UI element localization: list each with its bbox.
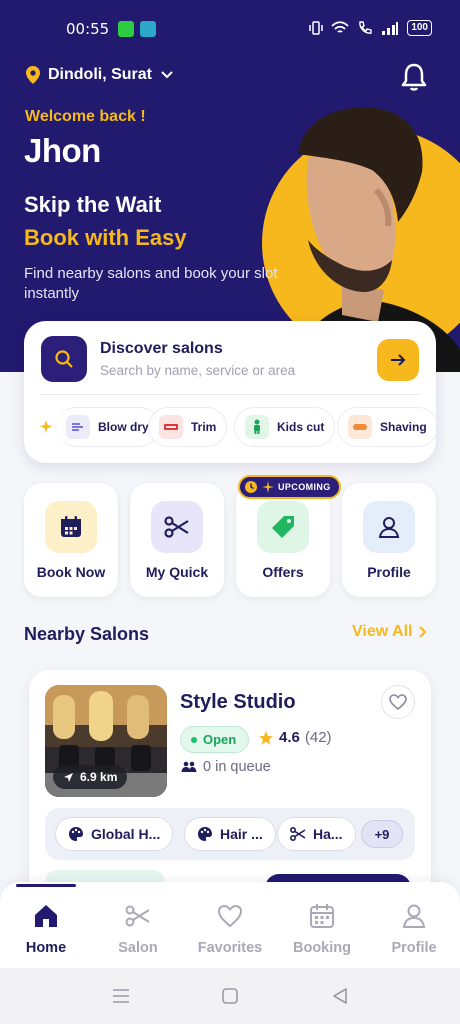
recent-apps-icon[interactable] bbox=[112, 988, 130, 1004]
signal-icon bbox=[382, 22, 399, 35]
user-name: Jhon bbox=[24, 132, 101, 169]
hero-headline-accent: Book with Easy bbox=[24, 225, 187, 250]
quick-action-my-quick[interactable]: My Quick bbox=[130, 483, 224, 597]
system-navigation-bar bbox=[0, 968, 460, 1024]
search-input[interactable]: Search by name, service or area bbox=[100, 363, 295, 378]
clock-icon bbox=[245, 481, 257, 493]
tag-icon bbox=[257, 501, 309, 553]
chip-trim[interactable]: Trim bbox=[148, 407, 228, 447]
wind-icon bbox=[66, 415, 90, 439]
battery-indicator: 100 bbox=[407, 20, 432, 36]
search-card: Discover salons Search by name, service … bbox=[24, 321, 436, 463]
call-icon bbox=[359, 21, 373, 34]
salon-name: Style Studio bbox=[180, 691, 296, 713]
star-icon bbox=[259, 730, 273, 745]
status-indicators: 100 bbox=[309, 20, 432, 36]
navigation-arrow-icon bbox=[64, 772, 73, 782]
hero-description: Find nearby salons and book your slot in… bbox=[24, 265, 278, 302]
arrow-right-icon bbox=[391, 354, 406, 366]
quick-action-book-now[interactable]: Book Now bbox=[24, 483, 118, 597]
vibrate-icon bbox=[309, 21, 324, 35]
nav-booking[interactable]: Booking bbox=[276, 900, 368, 956]
scissors-icon bbox=[290, 827, 306, 841]
nearby-salons-title: Nearby Salons bbox=[24, 624, 150, 644]
calendar-icon bbox=[310, 904, 334, 928]
home-icon bbox=[35, 905, 57, 927]
chip-blow-dry[interactable]: Blow dry bbox=[56, 407, 160, 447]
search-go-button[interactable] bbox=[377, 339, 419, 381]
chip-shaving[interactable]: Shaving bbox=[337, 407, 436, 447]
review-count: (42) bbox=[304, 729, 332, 746]
sparkle-icon bbox=[262, 481, 274, 493]
chevron-down-icon bbox=[161, 71, 173, 79]
palette-icon bbox=[198, 827, 212, 841]
razor-icon bbox=[159, 415, 183, 439]
salon-rating: 4.6 (42) bbox=[258, 729, 332, 746]
chevron-right-icon bbox=[419, 626, 428, 638]
service-tag[interactable]: Hair ... bbox=[184, 817, 276, 851]
heart-icon bbox=[389, 694, 407, 710]
app-notification-icon bbox=[118, 21, 134, 37]
more-services-badge[interactable]: +9 bbox=[361, 820, 403, 848]
quick-action-offers[interactable]: Offers bbox=[236, 483, 330, 597]
nav-home[interactable]: Home bbox=[0, 900, 92, 956]
scissors-icon bbox=[151, 501, 203, 553]
back-icon[interactable] bbox=[332, 988, 348, 1004]
service-tags: Global H... Hair ... Ha... +9 bbox=[45, 808, 415, 860]
nav-salon[interactable]: Salon bbox=[92, 900, 184, 956]
shaving-icon bbox=[348, 415, 372, 439]
scissors-icon bbox=[125, 905, 150, 927]
service-chips: Blow dry Trim Kids cut Shaving bbox=[24, 405, 436, 449]
upcoming-badge: UPCOMING bbox=[238, 475, 341, 499]
hero-headline: Skip the Wait bbox=[24, 192, 162, 217]
status-time: 00:55 bbox=[66, 20, 110, 38]
welcome-text: Welcome back ! bbox=[25, 108, 146, 125]
user-icon bbox=[363, 501, 415, 553]
user-icon bbox=[402, 904, 426, 928]
favorite-button[interactable] bbox=[381, 685, 415, 719]
search-button[interactable] bbox=[41, 336, 87, 382]
nav-profile[interactable]: Profile bbox=[368, 900, 460, 956]
child-icon bbox=[245, 415, 269, 439]
salon-photo: 6.9 km bbox=[45, 685, 167, 797]
status-dot bbox=[191, 736, 197, 743]
gallery-notification-icon bbox=[140, 21, 156, 37]
people-icon bbox=[181, 761, 197, 772]
view-all-link[interactable]: View All bbox=[352, 623, 428, 641]
calendar-icon bbox=[45, 501, 97, 553]
wifi-icon bbox=[331, 21, 349, 33]
notification-bell-icon[interactable] bbox=[400, 62, 428, 92]
search-title: Discover salons bbox=[100, 340, 223, 357]
sparkle-icon bbox=[40, 420, 52, 433]
distance-badge: 6.9 km bbox=[53, 765, 128, 789]
status-badge: Open bbox=[180, 726, 250, 753]
status-bar: 00:55 100 bbox=[0, 0, 460, 58]
home-system-icon[interactable] bbox=[222, 988, 238, 1004]
service-tag[interactable]: Ha... bbox=[277, 817, 356, 851]
rating-value: 4.6 bbox=[279, 729, 300, 746]
palette-icon bbox=[69, 827, 83, 841]
search-icon bbox=[55, 350, 73, 368]
chip-kids-cut[interactable]: Kids cut bbox=[234, 407, 336, 447]
bottom-navigation: Home Salon Favorites Booking Profile bbox=[0, 882, 460, 968]
location-label: Dindoli, Surat bbox=[48, 66, 152, 83]
heart-icon bbox=[217, 904, 243, 928]
quick-action-profile[interactable]: Profile bbox=[342, 483, 436, 597]
nav-favorites[interactable]: Favorites bbox=[184, 900, 276, 956]
location-pin-icon bbox=[26, 66, 40, 84]
location-selector[interactable]: Dindoli, Surat bbox=[26, 66, 174, 84]
queue-info: 0 in queue bbox=[181, 759, 271, 775]
active-tab-indicator bbox=[16, 884, 76, 887]
divider bbox=[40, 394, 420, 395]
service-tag[interactable]: Global H... bbox=[55, 817, 174, 851]
